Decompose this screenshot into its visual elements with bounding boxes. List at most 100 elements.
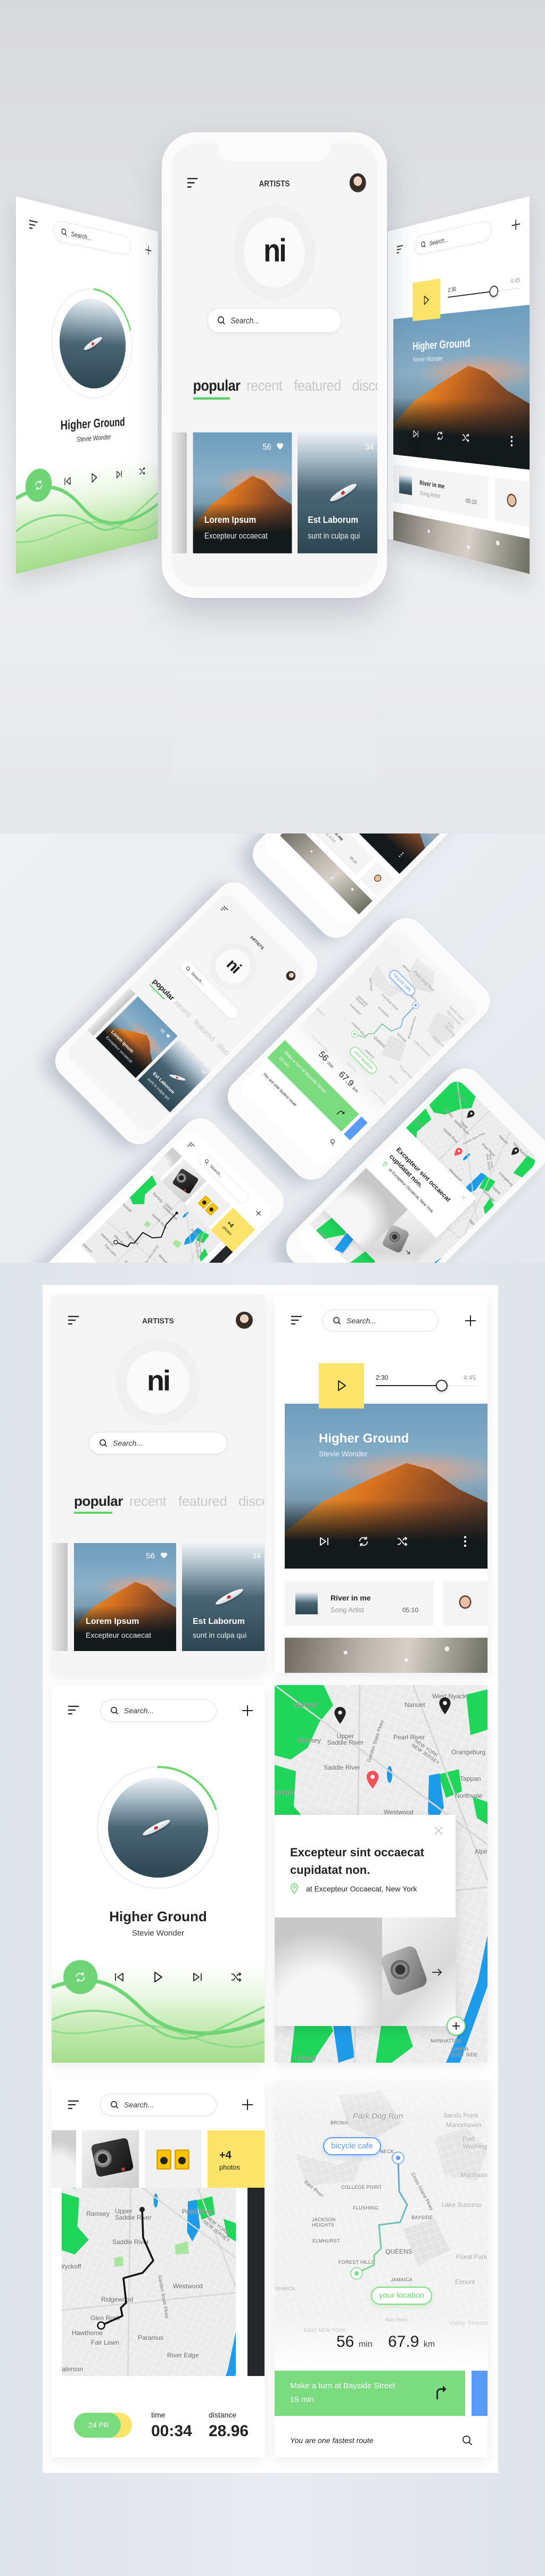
play-button[interactable] xyxy=(319,1363,364,1408)
tab-recent[interactable]: recent xyxy=(129,1493,167,1510)
artist-card-partial[interactable] xyxy=(171,432,187,554)
map-label: Saddle River xyxy=(324,1764,360,1771)
search-icon xyxy=(110,1706,119,1715)
tab-featured[interactable]: featured xyxy=(178,1493,227,1510)
more-icon[interactable] xyxy=(510,436,513,447)
plus-icon[interactable] xyxy=(254,1208,263,1218)
skip-next-icon[interactable] xyxy=(319,1536,329,1547)
tab-popular[interactable]: popular xyxy=(193,377,241,395)
play-icon[interactable] xyxy=(91,472,97,483)
plus-icon[interactable] xyxy=(511,218,521,231)
tab-disco[interactable]: disco xyxy=(215,1041,233,1060)
tab-popular[interactable]: popular xyxy=(74,1493,123,1510)
queue-item[interactable]: River in me Song Artist 05:10 xyxy=(393,464,488,520)
tab-disco[interactable]: disco xyxy=(238,1493,265,1510)
artist-card-partial[interactable] xyxy=(52,1543,68,1651)
shuffle-icon[interactable] xyxy=(230,1971,242,1983)
slider-knob[interactable] xyxy=(489,285,498,298)
distance-value: 28.96 xyxy=(209,2422,249,2440)
skip-previous-icon[interactable] xyxy=(114,1972,125,1982)
menu-icon[interactable] xyxy=(68,1705,79,1715)
plus-icon[interactable] xyxy=(242,2099,253,2111)
slider-knob[interactable] xyxy=(435,1380,448,1391)
photo-thumb[interactable] xyxy=(82,2130,139,2188)
add-place-button[interactable] xyxy=(447,2016,466,2036)
instruction-banner[interactable]: Make a turn at Bayside Street 15 min xyxy=(275,2371,465,2416)
skip-next-icon[interactable] xyxy=(412,429,419,439)
menu-icon[interactable] xyxy=(291,1315,302,1325)
turn-right-icon xyxy=(434,2385,448,2400)
plus-icon[interactable] xyxy=(242,1705,253,1716)
shuffle-icon[interactable] xyxy=(461,432,469,443)
repeat-icon[interactable] xyxy=(436,430,444,441)
shuffle-icon[interactable] xyxy=(397,1536,408,1547)
artist-tile[interactable] xyxy=(443,1581,488,1626)
plus-icon[interactable] xyxy=(145,245,152,256)
route-footer: You are one fastest route xyxy=(290,2436,374,2445)
search-placeholder: Search... xyxy=(124,1706,154,1715)
avatar[interactable] xyxy=(349,173,366,193)
tab-recent[interactable]: recent xyxy=(246,377,283,395)
repeat-button[interactable] xyxy=(63,1960,97,1994)
search-placeholder: Search... xyxy=(429,235,449,247)
repeat-icon[interactable] xyxy=(358,1536,369,1547)
avatar[interactable] xyxy=(236,1312,253,1329)
search-input[interactable]: Search... xyxy=(415,219,492,256)
route-map[interactable]: Ramsey Upper Saddle River Pearl River Sa… xyxy=(62,2188,236,2376)
artist-tile[interactable] xyxy=(494,477,530,527)
place-photo[interactable] xyxy=(275,1918,382,2026)
skip-next-icon[interactable] xyxy=(192,1972,203,1982)
search-input[interactable]: Search... xyxy=(100,1699,217,1722)
search-input[interactable]: Search... xyxy=(207,307,342,333)
pr-badge[interactable]: 24 PR xyxy=(74,2413,121,2438)
next-instruction-tab[interactable] xyxy=(472,2371,488,2416)
close-icon[interactable] xyxy=(460,1195,467,1201)
search-input[interactable]: Search... xyxy=(323,1310,439,1331)
menu-icon[interactable] xyxy=(68,2100,79,2110)
map-pin-icon[interactable] xyxy=(333,1706,347,1724)
more-icon[interactable] xyxy=(464,1536,467,1547)
selected-pin-icon[interactable] xyxy=(365,1770,380,1789)
artist-card[interactable]: 56 Lorem Ipsum Excepteur occaecat xyxy=(74,1543,176,1651)
arrow-right-icon[interactable] xyxy=(431,1967,443,1978)
play-icon[interactable] xyxy=(153,1971,163,1983)
navigation-map[interactable]: Park Dog Run BRONX Sands Point Manorhave… xyxy=(275,2080,488,2367)
skip-previous-icon[interactable] xyxy=(64,476,71,487)
artist-card[interactable]: 56 Lorem Ipsum Excepteur occaecat xyxy=(193,432,292,554)
progress-slider[interactable] xyxy=(448,285,521,298)
menu-icon[interactable] xyxy=(187,1141,195,1150)
heart-icon[interactable] xyxy=(165,1033,171,1039)
cover-image xyxy=(285,1638,488,1673)
play-button[interactable] xyxy=(412,278,441,321)
search-input[interactable]: Search... xyxy=(100,2094,217,2116)
heart-icon[interactable] xyxy=(276,443,284,451)
tab-disco[interactable]: disco xyxy=(352,377,377,395)
map-pin-icon[interactable] xyxy=(438,1697,452,1715)
destination-label[interactable]: your location xyxy=(371,2287,432,2305)
origin-label[interactable]: bicycle cafe xyxy=(323,2137,381,2155)
menu-icon[interactable] xyxy=(29,219,38,230)
heart-icon[interactable] xyxy=(160,1552,168,1559)
place-photo[interactable] xyxy=(379,1918,456,2026)
close-icon[interactable] xyxy=(434,1827,443,1835)
search-input[interactable]: Search... xyxy=(53,219,131,256)
search-placeholder: Search... xyxy=(113,1439,143,1447)
phone-reflection: ARTISTS ni Search... popular recent feat… xyxy=(171,601,377,777)
queue-item[interactable]: River in me Song Artist 05:10 xyxy=(285,1581,433,1626)
artist-card[interactable]: 34 Est Laborum sunt in culpa qui xyxy=(182,1543,265,1651)
menu-icon[interactable] xyxy=(397,245,403,254)
shuffle-icon[interactable] xyxy=(139,466,146,477)
search-input[interactable]: Search... xyxy=(89,1432,227,1454)
artist-card[interactable]: 34 Est Laborum sunt in culpa qui xyxy=(298,432,377,554)
more-photos-tile[interactable]: +4 photos xyxy=(208,2130,265,2188)
photo-thumb[interactable] xyxy=(52,2130,76,2188)
tab-featured[interactable]: featured xyxy=(192,1018,217,1043)
search-icon[interactable] xyxy=(462,2435,473,2446)
skip-next-icon[interactable] xyxy=(116,469,122,479)
photo-thumb[interactable] xyxy=(145,2130,202,2188)
tab-recent[interactable]: recent xyxy=(172,998,193,1019)
artist-tile[interactable] xyxy=(359,861,395,897)
plus-icon[interactable] xyxy=(465,1315,476,1327)
search-icon[interactable] xyxy=(328,1138,337,1146)
tab-featured[interactable]: featured xyxy=(294,377,341,395)
